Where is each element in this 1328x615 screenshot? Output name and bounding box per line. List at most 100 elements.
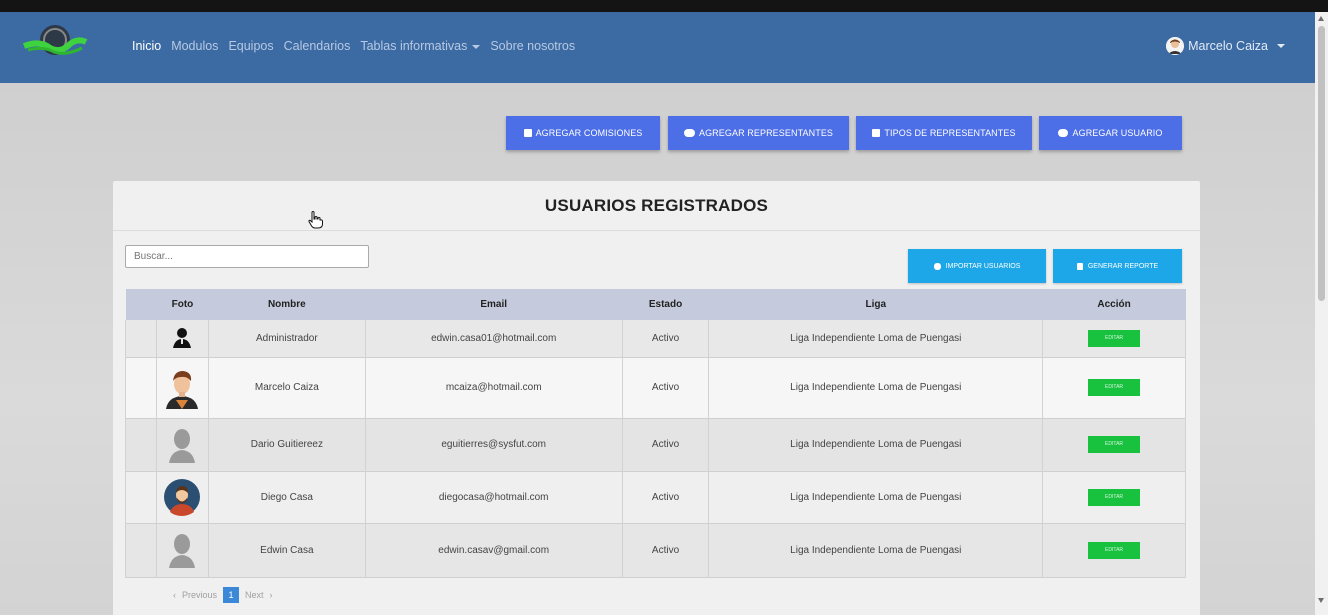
table-row: Marcelo Caiza mcaiza@hotmail.com Activo … (125, 357, 1186, 418)
nav-equipos[interactable]: Equipos (228, 39, 273, 53)
row-spacer (125, 320, 157, 357)
importar-usuarios-button[interactable]: IMPORTAR USUARIOS (908, 249, 1046, 283)
previous-page-button[interactable]: Previous (182, 590, 217, 600)
row-spacer (125, 471, 157, 523)
nav-sobre-nosotros[interactable]: Sobre nosotros (490, 39, 575, 53)
agregar-representantes-button[interactable]: AGREGAR REPRESENTANTES (668, 116, 849, 150)
header-nombre[interactable]: Nombre (208, 289, 365, 320)
row-spacer (125, 523, 157, 577)
search-input[interactable] (125, 245, 369, 268)
vertical-scrollbar[interactable] (1315, 12, 1328, 615)
nav-calendarios[interactable]: Calendarios (284, 39, 351, 53)
user-photo-avatar (164, 479, 201, 516)
usuarios-card: USUARIOS REGISTRADOS IMPORTAR USUARIOS G… (113, 181, 1200, 615)
pagination: ‹ Previous 1 Next › (173, 587, 273, 603)
next-page-button[interactable]: Next (245, 590, 264, 600)
estado-cell: Activo (621, 471, 710, 523)
document-icon (523, 129, 532, 137)
edit-button[interactable]: EDITAR (1088, 436, 1141, 453)
email-cell: eguitierres@sysfut.com (364, 418, 623, 471)
agregar-comisiones-label: AGREGAR COMISIONES (535, 128, 643, 138)
table-row: Edwin Casa edwin.casav@gmail.com Activo … (125, 523, 1186, 577)
app-logo[interactable] (20, 18, 90, 76)
accion-cell: EDITAR (1042, 471, 1186, 523)
estado-cell: Activo (621, 320, 710, 357)
user-tie-icon (872, 129, 881, 137)
users-icon (683, 129, 695, 137)
agregar-comisiones-button[interactable]: AGREGAR COMISIONES (506, 116, 660, 150)
generar-reporte-button[interactable]: GENERAR REPORTE (1053, 249, 1182, 283)
nav-inicio[interactable]: Inicio (132, 39, 161, 53)
liga-cell: Liga Independiente Loma de Puengasi (708, 471, 1044, 523)
estado-cell: Activo (621, 523, 710, 577)
file-icon (1076, 262, 1083, 270)
accion-cell: EDITAR (1042, 320, 1186, 357)
nav-modulos[interactable]: Modulos (171, 39, 218, 53)
table-row: Diego Casa diegocasa@hotmail.com Activo … (125, 471, 1186, 523)
page-title: USUARIOS REGISTRADOS (544, 195, 769, 215)
user-photo-avatar (166, 370, 199, 409)
agregar-representantes-label: AGREGAR REPRESENTANTES (698, 128, 834, 138)
liga-cell: Liga Independiente Loma de Puengasi (708, 523, 1044, 577)
scroll-up-icon[interactable] (1318, 16, 1324, 21)
liga-cell: Liga Independiente Loma de Puengasi (708, 357, 1044, 418)
photo-cell (155, 523, 209, 577)
navbar: Inicio Modulos Equipos Calendarios Tabla… (0, 12, 1315, 83)
scroll-down-icon[interactable] (1318, 598, 1324, 603)
photo-cell (155, 320, 209, 357)
importar-usuarios-label: IMPORTAR USUARIOS (945, 262, 1021, 270)
nav-tablas-informativas[interactable]: Tablas informativas (360, 39, 481, 53)
tipos-representantes-button[interactable]: TIPOS DE REPRESENTANTES (856, 116, 1032, 150)
user-name: Marcelo Caiza (1188, 39, 1268, 53)
nav-menu: Inicio Modulos Equipos Calendarios Tabla… (132, 39, 575, 53)
photo-cell (155, 357, 209, 418)
default-user-icon (169, 534, 196, 568)
nombre-cell: Edwin Casa (207, 523, 366, 577)
user-avatar-icon (1166, 37, 1185, 55)
chevron-down-icon (472, 44, 481, 49)
table-row: Dario Guitiereez eguitierres@sysfut.com … (125, 418, 1186, 471)
user-menu[interactable]: Marcelo Caiza (1166, 37, 1285, 55)
nombre-cell: Dario Guitiereez (207, 418, 366, 471)
edit-button[interactable]: EDITAR (1088, 329, 1141, 347)
liga-cell: Liga Independiente Loma de Puengasi (708, 418, 1044, 471)
agregar-usuario-button[interactable]: AGREGAR USUARIO (1039, 116, 1182, 150)
liga-cell: Liga Independiente Loma de Puengasi (708, 320, 1044, 357)
row-spacer (125, 357, 157, 418)
edit-button[interactable]: EDITAR (1088, 379, 1141, 396)
hand-cursor-icon (308, 211, 323, 229)
chevron-right-icon: › (269, 590, 273, 600)
header-blank (126, 289, 157, 320)
accion-cell: EDITAR (1042, 418, 1186, 471)
header-email[interactable]: Email (365, 289, 622, 320)
estado-cell: Activo (621, 357, 710, 418)
email-cell: mcaiza@hotmail.com (364, 357, 623, 418)
email-cell: edwin.casav@gmail.com (364, 523, 623, 577)
usuarios-table: Foto Nombre Email Estado Liga Acción Adm… (125, 289, 1186, 578)
nombre-cell: Administrador (207, 320, 366, 357)
user-plus-icon (1058, 129, 1069, 137)
edit-button[interactable]: EDITAR (1088, 488, 1141, 506)
chevron-left-icon: ‹ (173, 590, 176, 600)
generar-reporte-label: GENERAR REPORTE (1087, 262, 1159, 270)
user-silhouette-icon (173, 328, 192, 349)
nombre-cell: Marcelo Caiza (207, 357, 366, 418)
chevron-down-icon (1277, 44, 1285, 48)
header-estado[interactable]: Estado (622, 289, 709, 320)
header-foto[interactable]: Foto (156, 289, 208, 320)
table-header: Foto Nombre Email Estado Liga Acción (125, 289, 1186, 320)
default-user-icon (169, 428, 196, 463)
accion-cell: EDITAR (1042, 357, 1186, 418)
window-top-bar (0, 0, 1328, 12)
photo-cell (155, 418, 209, 471)
page-number-button[interactable]: 1 (223, 587, 240, 603)
main-content: AGREGAR COMISIONES AGREGAR REPRESENTANTE… (0, 83, 1315, 615)
edit-button[interactable]: EDITAR (1088, 541, 1141, 559)
email-cell: diegocasa@hotmail.com (364, 471, 623, 523)
header-liga[interactable]: Liga (709, 289, 1043, 320)
agregar-usuario-label: AGREGAR USUARIO (1072, 128, 1163, 138)
nav-tablas-label: Tablas informativas (360, 39, 468, 53)
scroll-thumb[interactable] (1318, 26, 1325, 301)
estado-cell: Activo (621, 418, 710, 471)
nombre-cell: Diego Casa (207, 471, 366, 523)
